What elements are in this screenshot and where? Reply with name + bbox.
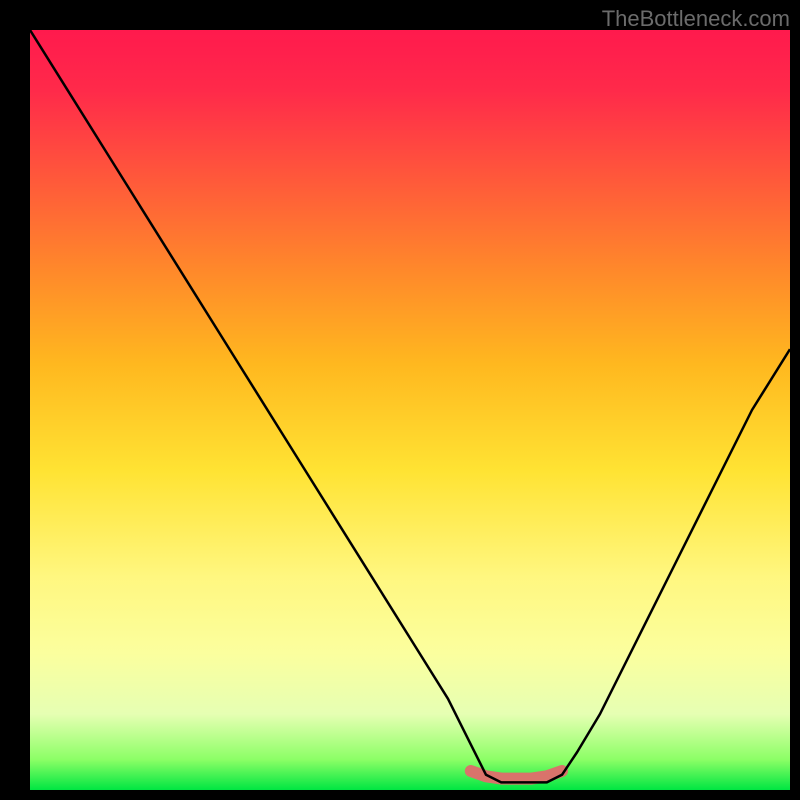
chart-svg xyxy=(30,30,790,790)
chart-plot-area xyxy=(30,30,790,790)
bottleneck-curve-line xyxy=(30,30,790,782)
watermark-text: TheBottleneck.com xyxy=(602,6,790,32)
